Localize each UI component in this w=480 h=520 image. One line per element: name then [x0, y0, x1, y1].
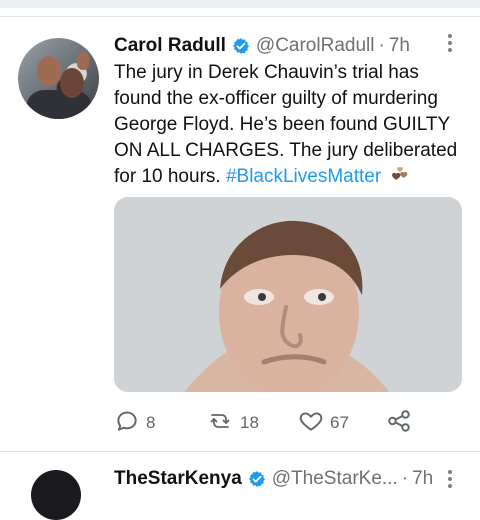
- tweet-text: The jury in Derek Chauvin’s trial has fo…: [114, 60, 464, 190]
- avatar-hand: [77, 52, 89, 70]
- reply-icon: [114, 408, 140, 439]
- share-icon: [386, 408, 412, 439]
- next-separator-dot: ·: [401, 468, 409, 489]
- like-count: 67: [330, 413, 349, 432]
- next-author-name[interactable]: TheStarKenya: [114, 468, 242, 490]
- author-handle[interactable]: @CarolRadull: [256, 35, 375, 57]
- avatar-shirt: [26, 90, 92, 119]
- next-author-handle[interactable]: @TheStarKe...: [272, 468, 398, 490]
- tweet-actions: 8 18 67: [114, 407, 464, 439]
- next-avatar[interactable]: [31, 470, 81, 520]
- avatar-face: [60, 68, 84, 98]
- share-action[interactable]: [386, 407, 412, 439]
- reply-count: 8: [146, 413, 156, 432]
- verified-badge-icon: [232, 37, 250, 55]
- like-action[interactable]: 67: [298, 407, 349, 439]
- author-name[interactable]: Carol Radull: [114, 35, 226, 57]
- tweet-header: Carol Radull @CarolRadull · 7h: [114, 34, 410, 58]
- reply-action[interactable]: 8: [114, 407, 155, 439]
- kebab-menu-icon[interactable]: [445, 34, 455, 56]
- avatar[interactable]: [18, 38, 99, 119]
- tweet-photo-illustration: [114, 197, 462, 392]
- separator-dot: ·: [378, 35, 385, 56]
- left-pupil: [258, 293, 266, 301]
- top-strip: [0, 0, 480, 8]
- tweet-photo[interactable]: [114, 197, 462, 392]
- heart-icon: [298, 408, 324, 439]
- kebab-menu-icon[interactable]: [445, 470, 455, 492]
- tweet-divider: [0, 451, 480, 452]
- retweet-action[interactable]: 18: [206, 407, 259, 439]
- avatar-face: [37, 56, 61, 86]
- tweet-time[interactable]: 7h: [389, 35, 410, 57]
- top-divider: [0, 16, 480, 17]
- hashtag-link[interactable]: #BlackLivesMatter: [226, 166, 381, 187]
- verified-badge-icon: [248, 470, 266, 488]
- next-tweet-header: TheStarKenya @TheStarKe... · 7h: [114, 468, 433, 490]
- retweet-icon: [206, 408, 234, 439]
- retweet-count: 18: [240, 413, 259, 432]
- three-hearts-icon: [390, 165, 410, 185]
- next-tweet-time[interactable]: 7h: [412, 468, 433, 490]
- right-pupil: [318, 293, 326, 301]
